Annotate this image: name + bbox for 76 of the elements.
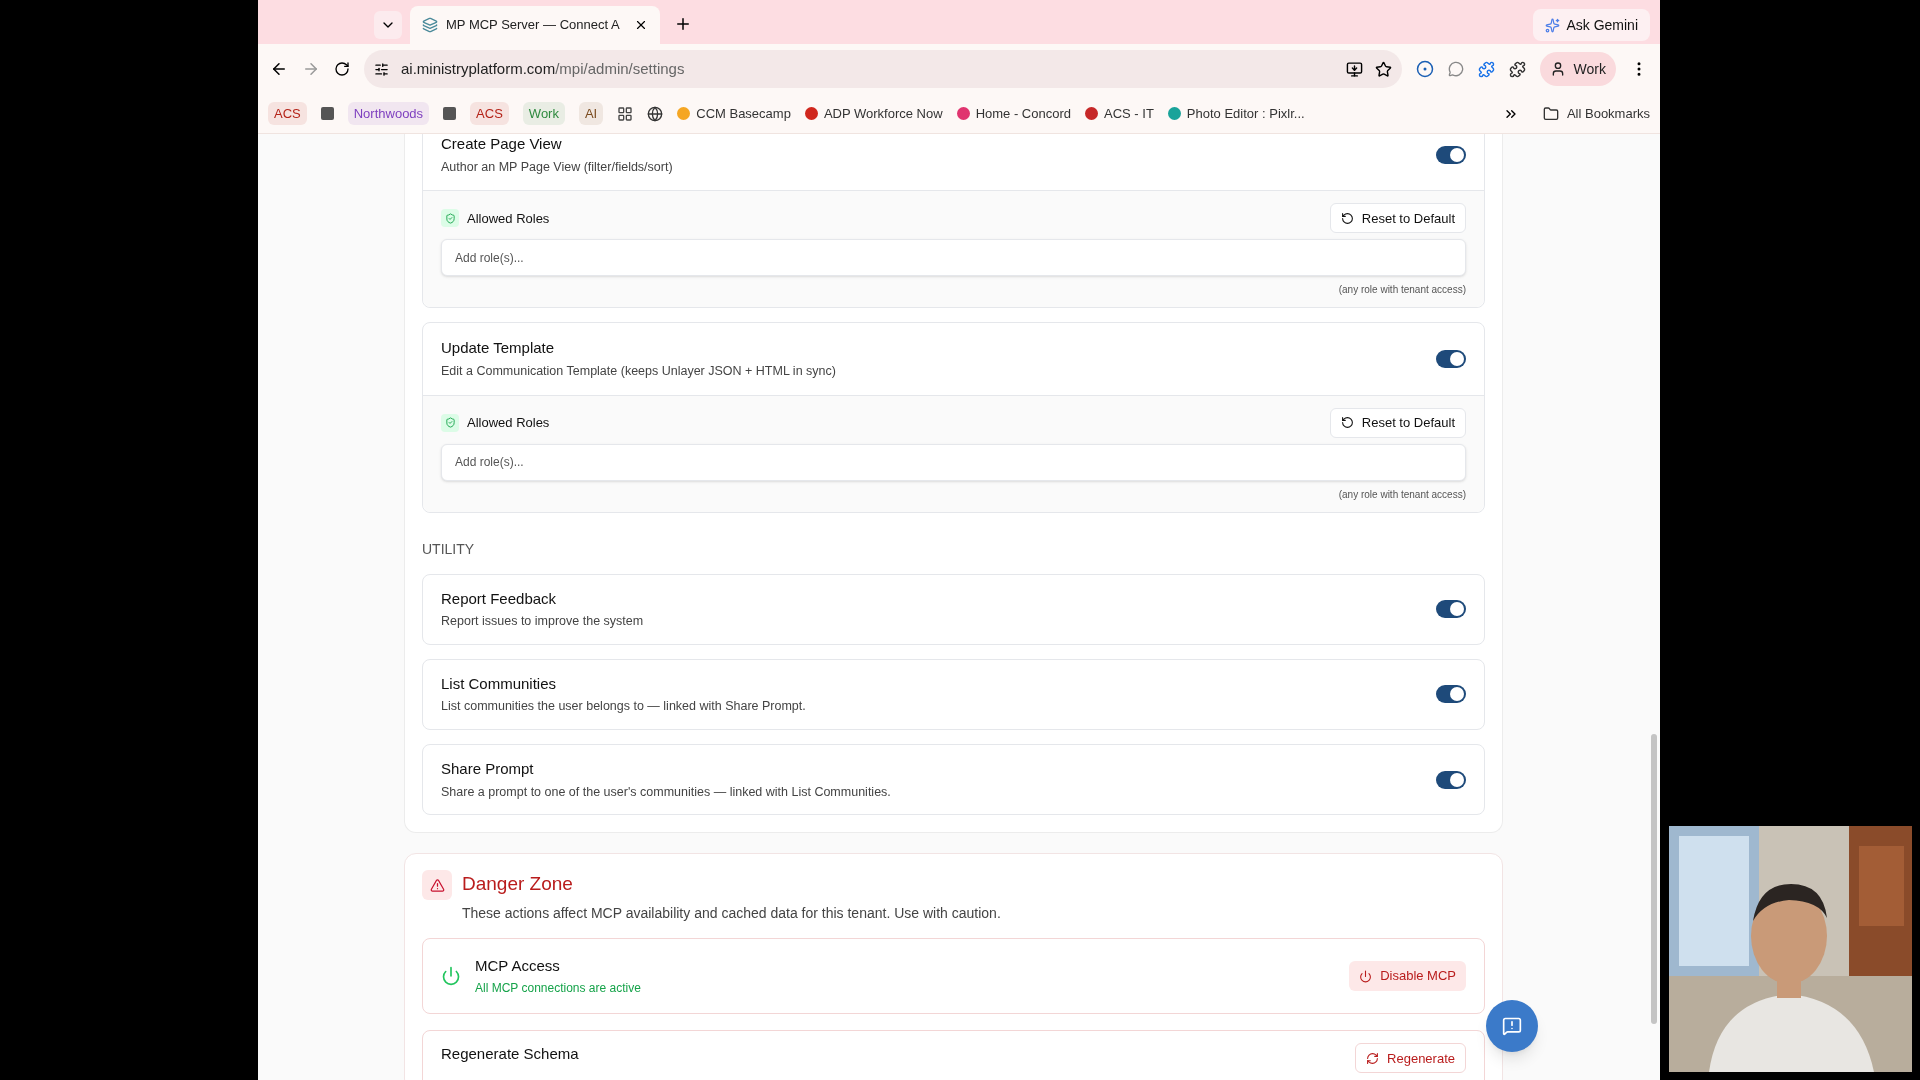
bookmark-link[interactable]: Photo Editor : Pixlr... (1167, 103, 1305, 124)
tool-description: List communities the user belongs to — linked with Share Prompt. (441, 698, 806, 716)
bookmark-star-icon (1374, 60, 1392, 78)
reset-button[interactable]: Reset to Default (1329, 203, 1466, 234)
tab-list-button[interactable] (374, 11, 402, 39)
tab-favicon-icon (422, 17, 438, 33)
bookmark-tag[interactable]: Northwoods (347, 101, 430, 126)
roles-note: (any role with tenant access) (1338, 283, 1466, 298)
section-heading: UTILITY (422, 539, 476, 559)
toggle-switch[interactable] (1436, 770, 1466, 789)
folder-icon (1542, 105, 1559, 122)
feedback-icon (1502, 1016, 1522, 1036)
toggle-switch[interactable] (1436, 145, 1466, 164)
action-name: Regenerate Schema (441, 1044, 579, 1065)
tool-description: Report issues to improve the system (441, 613, 644, 630)
tool-description: Edit a Communication Template (keeps Unlayer JSON + HTML in sync) (441, 362, 836, 380)
shield-icon (441, 413, 459, 432)
warning-icon (422, 870, 452, 901)
new-tab-icon[interactable] (674, 15, 692, 33)
danger-zone-description: These actions affect MCP availability and cached data for this tenant. Use with caution. (462, 903, 1001, 923)
address-bar[interactable]: ai.ministryplatform.com/mpi/admin/settings (364, 50, 1402, 88)
profile-button[interactable]: Work (1539, 52, 1616, 86)
globe-icon[interactable] (647, 105, 664, 122)
tool-name: Report Feedback (441, 588, 558, 609)
back-icon[interactable] (270, 60, 288, 78)
bookmark-link[interactable]: CCM Basecamp (677, 103, 791, 124)
roles-label: Allowed Roles (467, 209, 550, 228)
sparkle-icon (1545, 17, 1561, 33)
toggle-switch[interactable] (1436, 600, 1466, 619)
forward-icon[interactable] (302, 60, 320, 78)
roles-input[interactable]: Add role(s)... (441, 239, 1466, 277)
bookmark-link[interactable]: Home - Concord (956, 103, 1071, 124)
bookmark-link[interactable]: ADP Workforce Now (804, 103, 943, 124)
bookmark-tag[interactable]: AI (578, 101, 604, 126)
danger-zone-title: Danger Zone (462, 872, 574, 897)
reset-icon (1340, 211, 1354, 225)
roles-input[interactable]: Add role(s)... (441, 443, 1466, 481)
chat-icon[interactable] (1447, 61, 1464, 77)
apps-icon[interactable] (617, 105, 634, 122)
action-button[interactable]: Disable MCP (1349, 961, 1466, 991)
tool-description: Author an MP Page View (filter/fields/sort) (441, 158, 673, 176)
reset-icon (1340, 416, 1354, 429)
site-settings-icon (374, 61, 389, 77)
bookmark-square-icon[interactable] (443, 107, 457, 120)
power-icon (441, 966, 461, 986)
roles-note: (any role with tenant access) (1338, 487, 1466, 502)
extensions-icon[interactable] (1508, 60, 1526, 78)
bookmark-square-icon[interactable] (320, 107, 334, 120)
extension-icon[interactable] (1477, 60, 1495, 78)
all-bookmarks-link[interactable]: All Bookmarks (1532, 103, 1650, 124)
close-icon[interactable] (634, 18, 648, 32)
toggle-switch[interactable] (1436, 349, 1466, 368)
bookmark-tag[interactable]: ACS (470, 101, 509, 126)
browser-tab[interactable]: MP MCP Server — Connect A (410, 6, 660, 44)
install-icon (1345, 60, 1363, 78)
tool-name: Share Prompt (441, 759, 535, 779)
url-text: ai.ministryplatform.com/mpi/admin/settings (401, 58, 685, 79)
power-icon (1359, 969, 1373, 983)
refresh-icon (1366, 1051, 1380, 1065)
toggle-switch[interactable] (1436, 685, 1466, 704)
roles-label: Allowed Roles (467, 413, 550, 432)
tab-title: MP MCP Server — Connect A (446, 16, 620, 35)
tool-name: Create Page View (441, 134, 563, 154)
ask-gemini-button[interactable]: Ask Gemini (1533, 9, 1650, 41)
tool-name: List Communities (441, 673, 558, 694)
action-name: MCP Access (475, 955, 561, 976)
bookmark-tag[interactable]: Work (522, 101, 565, 126)
bookmark-tag[interactable]: ACS (268, 101, 307, 126)
tool-description: Share a prompt to one of the user's communities — linked with List Communities. (441, 783, 891, 801)
shield-icon (441, 209, 459, 228)
tool-name: Update Template (441, 338, 556, 359)
bookmark-link[interactable]: ACS - IT (1085, 103, 1154, 124)
action-status: All MCP connections are active (475, 980, 641, 998)
reload-icon[interactable] (334, 61, 350, 77)
action-button[interactable]: Regenerate (1355, 1043, 1466, 1074)
reset-button[interactable]: Reset to Default (1329, 407, 1466, 438)
